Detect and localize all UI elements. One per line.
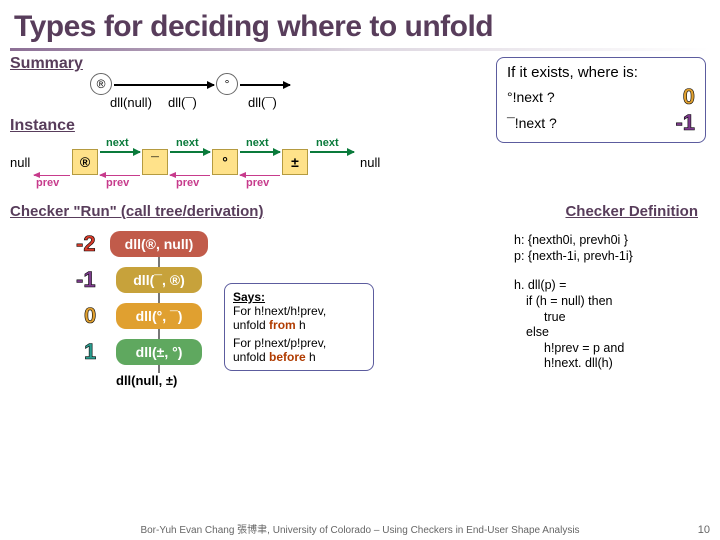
def-h: h: {nexth0i, prevh0i } xyxy=(514,233,704,249)
says-l2d: h xyxy=(306,350,316,364)
callout-box: If it exists, where is: °!next ? 0 ¯!nex… xyxy=(496,57,706,143)
prev-arrow-0 xyxy=(34,175,70,176)
says-title: Says: xyxy=(233,290,365,304)
prev-lbl-0: prev xyxy=(36,177,59,189)
instance-null-r: null xyxy=(360,155,380,170)
definition-label: Checker Definition xyxy=(565,203,698,220)
callout-header: If it exists, where is: xyxy=(507,64,695,81)
next-arrow-1 xyxy=(100,151,140,153)
callout-a2: -1 xyxy=(675,110,695,136)
def-l4: else xyxy=(514,325,704,341)
stage: Summary ® ° dll(null) dll(¯) dll(¯) Inst… xyxy=(10,55,710,485)
runbox-3: dll(°, ¯) xyxy=(116,303,202,329)
def-l2: if (h = null) then xyxy=(514,294,704,310)
num-n2: -2 xyxy=(76,231,96,257)
prev-arrow-1 xyxy=(100,175,140,176)
says-l1a: For h!next/h!prev, xyxy=(233,304,365,318)
callout-a1: 0 xyxy=(683,84,695,110)
says-box: Says: For h!next/h!prev, unfold from h F… xyxy=(224,283,374,371)
run-label: Checker "Run" (call tree/derivation) xyxy=(10,203,263,220)
says-l2b: unfold xyxy=(233,350,269,364)
slide-title: Types for deciding where to unfold xyxy=(0,0,720,46)
runbox-5: dll(null, ±) xyxy=(116,373,177,388)
instance-box-4: ± xyxy=(282,149,308,175)
says-l2-wrap: unfold before h xyxy=(233,350,365,364)
vdash-3 xyxy=(158,329,160,339)
instance-null-l: null xyxy=(10,155,30,170)
next-lbl-4: next xyxy=(316,137,339,149)
vdash-4 xyxy=(158,365,160,373)
next-lbl-1: next xyxy=(106,137,129,149)
callout-q1: °!next ? xyxy=(507,89,555,105)
prev-lbl-1: prev xyxy=(106,177,129,189)
instance-label: Instance xyxy=(10,117,75,135)
num-n1: -1 xyxy=(76,267,96,293)
says-l1d: h xyxy=(296,318,306,332)
num-n0: 0 xyxy=(84,303,96,329)
next-arrow-2 xyxy=(170,151,210,153)
page-number: 10 xyxy=(698,524,710,536)
summary-seg3: dll(¯) xyxy=(248,95,277,110)
title-underline xyxy=(10,48,710,51)
summary-seg1: dll(null) xyxy=(110,95,152,110)
summary-node-o: ° xyxy=(216,73,238,95)
runbox-2: dll(¯, ®) xyxy=(116,267,202,293)
says-l1c: from xyxy=(269,318,296,332)
def-l3: true xyxy=(514,310,704,326)
prev-arrow-3 xyxy=(240,175,280,176)
next-lbl-3: next xyxy=(246,137,269,149)
num-np1: 1 xyxy=(84,339,96,365)
def-l1: h. dll(p) = xyxy=(514,278,704,294)
prev-lbl-3: prev xyxy=(246,177,269,189)
says-l2a: For p!next/p!prev, xyxy=(233,336,365,350)
instance-box-3: ° xyxy=(212,149,238,175)
says-l1b: unfold xyxy=(233,318,269,332)
prev-lbl-2: prev xyxy=(176,177,199,189)
summary-arrow-2 xyxy=(240,84,290,86)
says-l1-wrap: unfold from h xyxy=(233,318,365,332)
vdash-2 xyxy=(158,293,160,303)
runbox-4: dll(±, °) xyxy=(116,339,202,365)
vdash-1 xyxy=(158,257,160,267)
summary-node-r: ® xyxy=(90,73,112,95)
def-block: h: {nexth0i, prevh0i } p: {nexth-1i, pre… xyxy=(514,233,704,372)
runbox-1: dll(®, null) xyxy=(110,231,208,257)
footer: Bor-Yuh Evan Chang 張博聿, University of Co… xyxy=(0,521,720,536)
summary-arrow xyxy=(114,84,214,86)
def-l5: h!prev = p and xyxy=(514,341,704,357)
summary-label: Summary xyxy=(10,55,83,73)
callout-q2: ¯!next ? xyxy=(507,115,557,131)
next-arrow-3 xyxy=(240,151,280,153)
def-p: p: {nexth-1i, prevh-1i} xyxy=(514,249,704,265)
next-arrow-4 xyxy=(310,151,354,153)
def-l6: h!next. dll(h) xyxy=(514,356,704,372)
next-lbl-2: next xyxy=(176,137,199,149)
instance-box-2: ¯ xyxy=(142,149,168,175)
prev-arrow-2 xyxy=(170,175,210,176)
says-l2c: before xyxy=(269,350,306,364)
instance-box-1: ® xyxy=(72,149,98,175)
summary-seg2: dll(¯) xyxy=(168,95,197,110)
